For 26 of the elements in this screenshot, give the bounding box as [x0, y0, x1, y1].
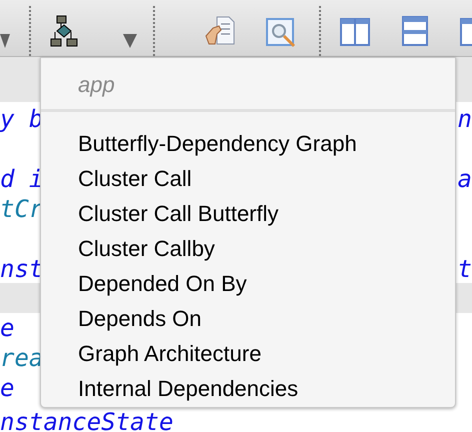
code-text: t: [458, 255, 472, 283]
menu-item[interactable]: Cluster Callby: [41, 231, 455, 266]
menu-item[interactable]: Cluster Call Butterfly: [41, 196, 455, 231]
menu-item[interactable]: Depends On: [41, 301, 455, 336]
two-row-layout-icon[interactable]: [402, 16, 428, 46]
menu-item[interactable]: Cluster Call: [41, 161, 455, 196]
code-text: d i: [0, 165, 44, 193]
two-column-layout-icon[interactable]: [340, 18, 370, 46]
code-text: n: [458, 105, 472, 133]
hierarchy-graph-icon[interactable]: [50, 15, 79, 48]
code-text: nst: [0, 255, 44, 283]
menu-item[interactable]: Internal Dependencies: [41, 371, 455, 406]
layout-icon[interactable]: [460, 18, 472, 46]
code-text: e: [0, 374, 14, 402]
hand-document-icon[interactable]: [205, 16, 236, 47]
code-text: nstanceState: [0, 408, 174, 432]
menu-item[interactable]: Butterfly-Dependency Graph: [41, 126, 455, 161]
code-text: e: [0, 314, 14, 342]
code-text: a: [458, 165, 472, 193]
menu-item[interactable]: Graph Architecture: [41, 336, 455, 371]
magnifier-icon[interactable]: [266, 18, 296, 48]
dropdown-arrow-icon[interactable]: [123, 34, 137, 48]
menu-header: app: [78, 72, 115, 98]
dropdown-arrow-icon[interactable]: [0, 34, 10, 48]
menu-item[interactable]: Depended On By: [41, 266, 455, 301]
code-text: tCr: [0, 195, 44, 223]
